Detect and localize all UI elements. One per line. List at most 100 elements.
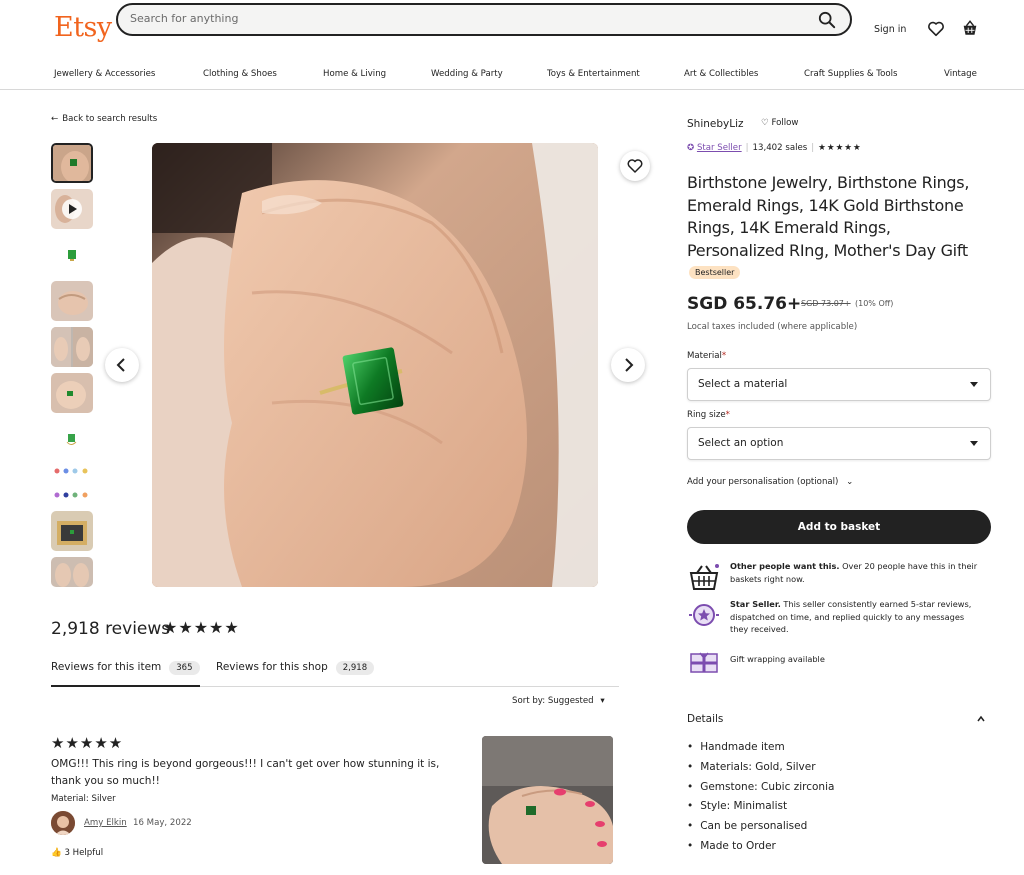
- details-item: Handmade item: [687, 738, 834, 758]
- reviewer-name-link[interactable]: Amy Elkin: [84, 818, 127, 828]
- back-to-search-link[interactable]: ← Back to search results: [51, 114, 157, 124]
- thumbnail-9[interactable]: [51, 511, 93, 551]
- category-clothing[interactable]: Clothing & Shoes: [203, 69, 277, 79]
- previous-image-button[interactable]: [105, 348, 139, 382]
- thumbnail-1[interactable]: [51, 143, 93, 183]
- basket-icon: [689, 564, 719, 590]
- search-bar[interactable]: [116, 3, 852, 36]
- category-toys[interactable]: Toys & Entertainment: [547, 69, 640, 79]
- ring-size-label: Ring size*: [687, 410, 730, 420]
- review-photo[interactable]: [482, 736, 613, 864]
- chevron-left-icon: [116, 358, 125, 372]
- next-image-button[interactable]: [611, 348, 645, 382]
- favorite-button[interactable]: [620, 151, 650, 181]
- personalisation-toggle[interactable]: Add your personalisation (optional) ⌄: [687, 477, 853, 487]
- category-nav: Jewellery & Accessories Clothing & Shoes…: [0, 64, 1024, 90]
- product-price: SGD 65.76+: [687, 294, 802, 314]
- sales-count: 13,402 sales: [752, 143, 808, 153]
- caret-down-icon: [970, 382, 978, 387]
- seller-stats: ✪ Star Seller | 13,402 sales | ★★★★★: [687, 143, 862, 153]
- category-jewellery[interactable]: Jewellery & Accessories: [54, 69, 155, 79]
- details-item: Can be personalised: [687, 817, 834, 837]
- material-select[interactable]: Select a material: [687, 368, 991, 401]
- sort-dropdown[interactable]: Sort by: Suggested ▾: [512, 696, 605, 706]
- ring-size-select-value: Select an option: [698, 437, 784, 449]
- sign-in-link[interactable]: Sign in: [874, 24, 906, 35]
- site-header: Etsy Sign in: [0, 0, 1024, 60]
- required-marker: *: [721, 351, 727, 361]
- favorites-heart-icon[interactable]: [927, 20, 945, 38]
- details-item: Gemstone: Cubic zirconia: [687, 778, 834, 798]
- caret-down-icon: [970, 441, 978, 446]
- follow-button[interactable]: ♡ Follow: [761, 118, 798, 128]
- thumbs-up-icon: 👍: [51, 848, 62, 858]
- reviews-rating-stars: ★★★★★: [163, 618, 240, 637]
- avatar: [51, 811, 75, 835]
- perk-star-seller-text: Star Seller. This seller consistently ea…: [730, 598, 980, 636]
- thumbnail-6[interactable]: [51, 373, 93, 413]
- thumbnail-8[interactable]: [51, 465, 93, 505]
- perk-in-demand-text: Other people want this. Over 20 people h…: [730, 560, 980, 585]
- arrow-left-icon: ←: [51, 114, 59, 124]
- chevron-up-icon[interactable]: [977, 715, 985, 723]
- thumbnail-video[interactable]: [51, 189, 93, 229]
- personalisation-label: Add your personalisation (optional): [687, 477, 839, 487]
- heart-outline-icon: ♡: [761, 118, 769, 128]
- details-item: Materials: Gold, Silver: [687, 758, 834, 778]
- shop-rating-stars[interactable]: ★★★★★: [818, 143, 862, 153]
- review-date: 16 May, 2022: [133, 818, 192, 828]
- star-seller-link[interactable]: Star Seller: [697, 143, 742, 153]
- category-art[interactable]: Art & Collectibles: [684, 69, 758, 79]
- tab-shop-reviews-count: 2,918: [335, 661, 375, 675]
- details-heading[interactable]: Details: [687, 713, 723, 725]
- details-list: Handmade item Materials: Gold, Silver Ge…: [687, 738, 834, 857]
- etsy-logo[interactable]: Etsy: [54, 12, 112, 43]
- review-text: OMG!!! This ring is beyond gorgeous!!! I…: [51, 758, 440, 787]
- ring-size-select[interactable]: Select an option: [687, 427, 991, 460]
- required-marker: *: [725, 410, 730, 420]
- category-home[interactable]: Home & Living: [323, 69, 386, 79]
- chevron-down-icon: ⌄: [846, 477, 854, 487]
- tab-item-reviews[interactable]: Reviews for this item 365: [51, 661, 200, 675]
- heart-icon: [627, 159, 643, 173]
- ring-size-label-text: Ring size: [687, 410, 726, 420]
- divider: |: [811, 143, 815, 153]
- search-icon[interactable]: [818, 11, 836, 29]
- tab-item-reviews-count: 365: [169, 661, 200, 675]
- helpful-label: 3 Helpful: [64, 848, 104, 858]
- follow-label: Follow: [771, 118, 799, 128]
- back-link-label: Back to search results: [62, 114, 158, 124]
- material-label: Material*: [687, 351, 726, 361]
- chevron-right-icon: [625, 358, 634, 372]
- review-stars: ★★★★★: [51, 734, 124, 752]
- main-product-image[interactable]: [152, 143, 598, 587]
- category-wedding[interactable]: Wedding & Party: [431, 69, 503, 79]
- star-seller-badge-icon: ✪: [687, 143, 695, 153]
- reviews-heading: 2,918 reviews: [51, 619, 171, 639]
- original-price: SGD 73.07+: [801, 299, 851, 308]
- product-title: Birthstone Jewelry, Birthstone Rings, Em…: [687, 173, 970, 260]
- active-tab-indicator: [51, 685, 200, 687]
- thumbnail-7[interactable]: [51, 419, 93, 459]
- star-seller-icon: [689, 604, 719, 626]
- category-vintage[interactable]: Vintage: [944, 69, 977, 79]
- perk-star-seller-bold: Star Seller.: [730, 599, 781, 609]
- add-to-basket-button[interactable]: Add to basket: [687, 510, 991, 544]
- shop-name-link[interactable]: ShinebyLiz: [687, 118, 744, 130]
- details-item: Style: Minimalist: [687, 797, 834, 817]
- caret-down-icon: ▾: [600, 696, 605, 706]
- thumbnail-5[interactable]: [51, 327, 93, 367]
- taxes-note: Local taxes included (where applicable): [687, 322, 858, 332]
- thumbnail-10[interactable]: [51, 557, 93, 587]
- cart-icon[interactable]: [961, 19, 979, 38]
- divider: |: [745, 143, 749, 153]
- thumbnail-4[interactable]: [51, 281, 93, 321]
- sort-label: Sort by: Suggested: [512, 696, 594, 706]
- category-craft[interactable]: Craft Supplies & Tools: [804, 69, 897, 79]
- search-input[interactable]: [130, 12, 790, 25]
- perk-gift-wrapping-text: Gift wrapping available: [730, 654, 825, 664]
- tab-shop-reviews[interactable]: Reviews for this shop 2,918: [216, 661, 375, 675]
- helpful-button[interactable]: 👍 3 Helpful: [51, 848, 103, 858]
- material-select-value: Select a material: [698, 378, 788, 390]
- thumbnail-3[interactable]: [51, 235, 93, 275]
